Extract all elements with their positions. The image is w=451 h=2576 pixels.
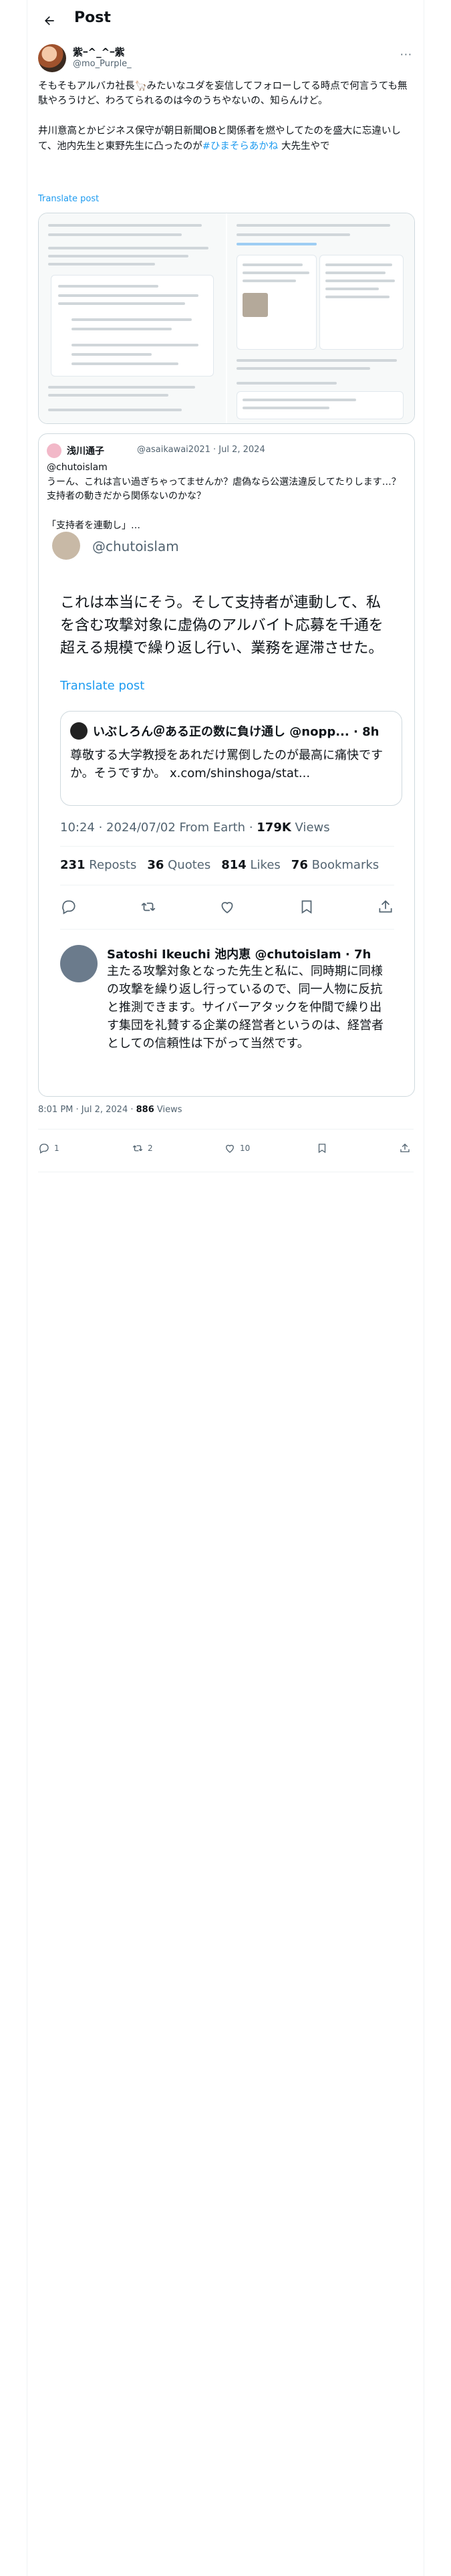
- stat-quotes: 36 Quotes: [147, 858, 211, 872]
- embedded-meta: 10:24 · 2024/07/02 From Earth · 179K Vie…: [60, 821, 330, 835]
- post-timestamp: 8:01 PM · Jul 2, 2024 · 886 Views: [38, 1105, 182, 1115]
- quoted-author-handle: @asaikawai2021 · Jul 2, 2024: [137, 445, 265, 455]
- embedded-screenshot: @chutoislam これは本当にそう。そして支持者が連動して、私を含む攻撃対…: [52, 532, 414, 1096]
- embedded-post-text: これは本当にそう。そして支持者が連動して、私を含む攻撃対象に虚偽のアルバイト応募…: [60, 595, 384, 657]
- back-button[interactable]: [39, 11, 59, 31]
- repost-icon: [141, 902, 155, 911]
- reply-icon: [62, 900, 76, 915]
- reply-button[interactable]: 1: [38, 1142, 59, 1154]
- author-display-name[interactable]: 紫ｰ^_^ｰ紫: [73, 45, 125, 59]
- reply-count: 1: [54, 1144, 59, 1153]
- header: Post: [27, 0, 425, 41]
- embedded-reply: Satoshi Ikeuchi 池内恵 @chutoislam · 7h 主たる…: [60, 942, 394, 1056]
- bookmark-icon: [318, 1144, 326, 1154]
- stat-reposts: 231 Reposts: [60, 858, 137, 872]
- avatar[interactable]: [38, 44, 66, 72]
- post-time[interactable]: 8:01 PM · Jul 2, 2024 ·: [38, 1105, 136, 1115]
- divider: [60, 929, 394, 930]
- embedded-handle: @chutoislam: [92, 538, 179, 554]
- more-options-icon[interactable]: ···: [400, 48, 412, 61]
- post-author: 紫ｰ^_^ｰ紫 @mo_Purple_ ···: [38, 44, 412, 76]
- divider: [60, 846, 394, 847]
- embedded-time: 10:24 · 2024/07/02 From Earth ·: [60, 821, 257, 835]
- bookmark-button[interactable]: [316, 1142, 328, 1154]
- post-text-tail: 大先生やで: [278, 140, 330, 152]
- repost-button[interactable]: 2: [132, 1142, 153, 1154]
- page-title: Post: [74, 9, 111, 26]
- post-actions: 1 2 10: [38, 1142, 412, 1158]
- hashtag-link[interactable]: #ひまそらあかね: [202, 141, 279, 152]
- heart-icon: [221, 901, 233, 914]
- share-icon: [379, 900, 392, 913]
- translate-post-link[interactable]: Translate post: [38, 194, 99, 204]
- views-count: 886: [136, 1105, 154, 1115]
- embedded-translate-link: Translate post: [60, 679, 145, 693]
- quoted-author-name: 浅川通子: [67, 446, 104, 457]
- stat-bookmarks: 76 Bookmarks: [291, 858, 380, 872]
- repost-icon: [132, 1145, 143, 1152]
- embedded-views-label: Views: [291, 821, 330, 835]
- author-handle[interactable]: @mo_Purple_: [73, 59, 132, 69]
- embedded-quote-author: いぶしろん＠ある正の数に負け通し @nopp... · 8h: [93, 725, 380, 739]
- avatar: [70, 722, 88, 740]
- media-image-right[interactable]: [227, 213, 414, 423]
- avatar: [60, 945, 98, 982]
- like-button[interactable]: 10: [224, 1142, 250, 1154]
- embedded-quote-card: いぶしろん＠ある正の数に負け通し @nopp... · 8h 尊敬する大学教授を…: [60, 711, 402, 806]
- embedded-quote-text: 尊敬する大学教授をあれだけ罵倒したのが最高に痛快ですか。そうですか。 x.com…: [70, 748, 383, 780]
- quoted-post-text: @chutoislam うーん、これは言い過ぎちゃってませんか？虐偽なら公選法違…: [47, 462, 401, 531]
- embedded-reply-text: 主たる攻撃対象となった先生と私に、同時期に同様の攻撃を繰り返し行っているので、同…: [107, 964, 384, 1051]
- embedded-views-count: 179K: [257, 821, 291, 835]
- post-text: そもそもアルバカ社長🦙みたいなユダを妄信してフォローしてる時点で何言うても無駄や…: [38, 79, 412, 154]
- heart-icon: [226, 1144, 234, 1153]
- views-label: Views: [154, 1105, 182, 1115]
- like-count: 10: [240, 1144, 251, 1153]
- bookmark-icon: [301, 900, 311, 914]
- divider: [38, 1129, 414, 1130]
- avatar: [52, 532, 80, 560]
- quoted-post[interactable]: 浅川通子 @asaikawai2021 · Jul 2, 2024 @chuto…: [38, 433, 415, 1097]
- media-image-left[interactable]: [39, 213, 226, 423]
- avatar: [47, 443, 61, 458]
- embedded-stats: 231 Reposts 36 Quotes 814 Likes 76 Bookm…: [60, 858, 379, 872]
- embedded-actions: [60, 898, 394, 916]
- post-column: Post 紫ｰ^_^ｰ紫 @mo_Purple_ ··· そもそもアルバカ社長🦙…: [27, 0, 424, 2576]
- post-media[interactable]: [38, 213, 415, 424]
- share-icon: [400, 1144, 410, 1152]
- stat-likes: 814 Likes: [221, 858, 281, 872]
- share-button[interactable]: [399, 1142, 411, 1154]
- embedded-reply-author: Satoshi Ikeuchi 池内恵 @chutoislam · 7h: [107, 948, 371, 962]
- repost-count: 2: [148, 1144, 153, 1153]
- reply-icon: [39, 1144, 49, 1154]
- arrow-left-icon: [45, 16, 54, 25]
